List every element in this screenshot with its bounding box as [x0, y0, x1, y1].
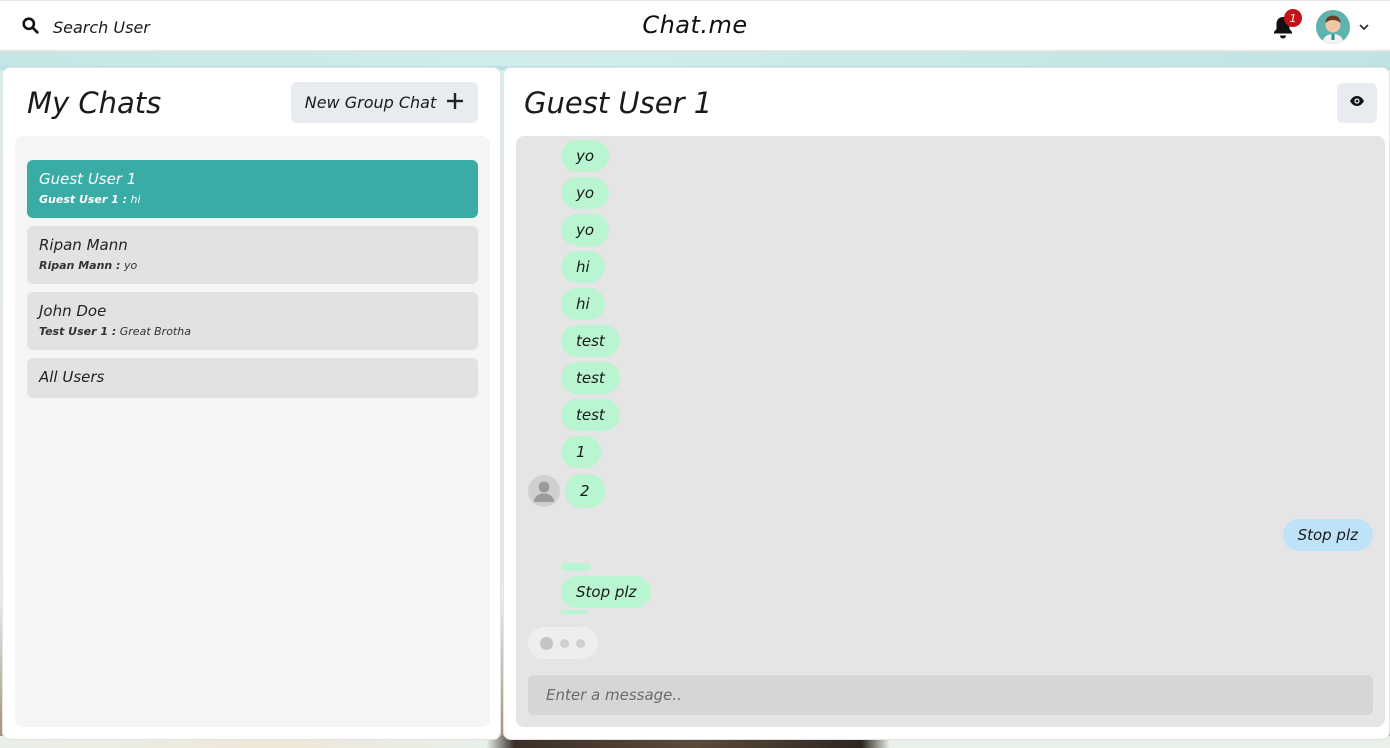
- chat-item-guest-user-1[interactable]: Guest User 1 Guest User 1 : hi: [27, 160, 478, 218]
- user-icon: [534, 481, 554, 502]
- message-bubble: yo: [561, 214, 610, 246]
- chat-item-name: John Doe: [39, 302, 107, 320]
- chat-item-name: All Users: [39, 368, 105, 386]
- chat-item-preview: Test User 1 : Great Brotha: [39, 325, 466, 338]
- chat-item-ripan-mann[interactable]: Ripan Mann Ripan Mann : yo: [27, 226, 478, 284]
- profile-menu-button[interactable]: [1316, 9, 1378, 45]
- chat-title: Guest User 1: [524, 86, 713, 120]
- chat-item-name: Guest User 1: [39, 170, 137, 188]
- notification-badge: 1: [1284, 9, 1302, 27]
- view-profile-button[interactable]: [1337, 83, 1377, 123]
- messages-area[interactable]: yo yo yo hi hi test test test 1 2 Stop p…: [516, 136, 1385, 727]
- typing-indicator: [528, 627, 598, 659]
- chat-list: Guest User 1 Guest User 1 : hi Ripan Man…: [15, 136, 490, 727]
- message-bubble: hi: [561, 288, 605, 320]
- chat-panel: Guest User 1 yo yo yo hi hi test test te…: [503, 67, 1390, 740]
- message-bubble: 2: [565, 474, 605, 508]
- chat-item-all-users[interactable]: All Users: [27, 358, 478, 398]
- chat-item-preview: Guest User 1 : hi: [39, 193, 466, 206]
- chevron-down-icon: [1358, 18, 1370, 37]
- chat-preview-text: Great Brotha: [119, 325, 191, 338]
- chat-preview-sender: Ripan Mann :: [39, 259, 121, 272]
- avatar: [1316, 10, 1350, 44]
- chat-item-john-doe[interactable]: John Doe Test User 1 : Great Brotha: [27, 292, 478, 350]
- message-bubble: 1: [561, 436, 601, 468]
- message-bubble: test: [561, 325, 620, 357]
- top-bar: Search User Chat.me 1: [0, 0, 1390, 52]
- message-bubble: yo: [561, 177, 610, 209]
- chat-preview-sender: Test User 1 :: [39, 325, 117, 338]
- message-bubble: hi: [561, 251, 605, 283]
- app-title: Chat.me: [642, 11, 748, 39]
- chat-preview-sender: Guest User 1 :: [39, 193, 128, 206]
- message-bubble: yo: [561, 140, 610, 172]
- message-bubble: Stop plz: [561, 576, 652, 608]
- message-input[interactable]: [528, 675, 1373, 715]
- chat-item-preview: Ripan Mann : yo: [39, 259, 466, 272]
- message-bubble: test: [561, 399, 620, 431]
- chat-preview-text: hi: [130, 193, 141, 206]
- eye-icon: [1349, 93, 1365, 113]
- message-bubble-partial: [561, 610, 587, 614]
- message-bubble: test: [561, 362, 620, 394]
- chat-preview-text: yo: [123, 259, 138, 272]
- my-chats-panel: My Chats New Group Chat Guest User 1 Gue…: [2, 67, 501, 740]
- background-strip: [0, 52, 1390, 66]
- new-group-chat-label: New Group Chat: [304, 93, 437, 112]
- message-bubble-partial: [561, 563, 591, 571]
- message-bubble-mine: Stop plz: [1282, 519, 1373, 551]
- sender-avatar[interactable]: [528, 475, 560, 507]
- chat-item-name: Ripan Mann: [39, 236, 128, 254]
- new-group-chat-button[interactable]: New Group Chat: [291, 82, 478, 123]
- plus-icon: [446, 92, 464, 114]
- my-chats-title: My Chats: [27, 86, 162, 120]
